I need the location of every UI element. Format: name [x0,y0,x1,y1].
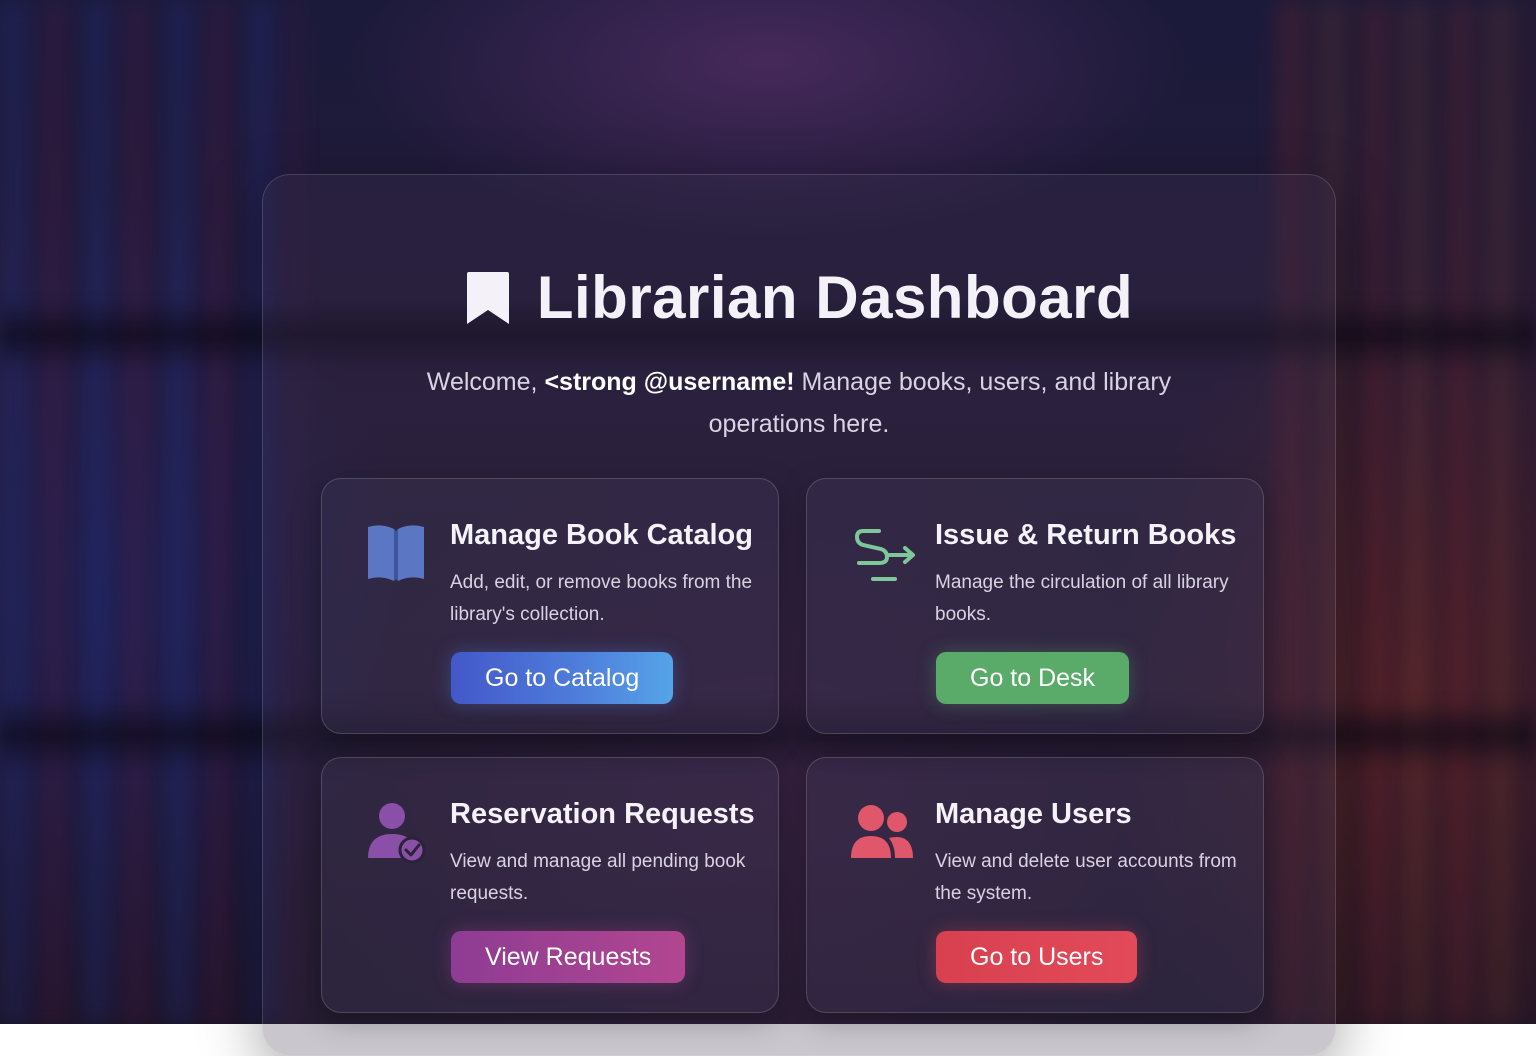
view-requests-button[interactable]: View Requests [451,931,686,983]
card-title: Reservation Requests [450,798,755,830]
go-to-users-button[interactable]: Go to Users [936,931,1138,983]
welcome-username: <strong @username! [544,368,795,396]
bookmark-icon [465,270,511,326]
page-title: Librarian Dashboard [536,264,1134,331]
welcome-prefix: Welcome, [426,368,538,396]
users-icon [849,800,913,864]
dashboard-panel: Librarian Dashboard Welcome, <strong @us… [262,174,1336,1056]
card-title: Issue & Return Books [935,519,1237,551]
card-title: Manage Users [935,798,1132,830]
card-reservation-requests: Reservation Requests View and manage all… [321,757,779,1013]
title-row: Librarian Dashboard [263,263,1335,332]
bookshelf-left-backdrop [0,0,300,1024]
card-title: Manage Book Catalog [450,519,753,551]
go-to-catalog-button[interactable]: Go to Catalog [451,652,674,704]
open-book-icon [364,521,428,585]
welcome-message: Welcome, <strong @username! Manage books… [413,361,1185,445]
go-to-desk-button[interactable]: Go to Desk [936,652,1130,704]
card-description: Add, edit, or remove books from the libr… [450,572,753,625]
card-description: View and manage all pending book request… [450,851,746,904]
user-check-icon [364,800,428,864]
card-description: View and delete user accounts from the s… [935,851,1237,904]
card-manage-users: Manage Users View and delete user accoun… [806,757,1264,1013]
card-description: Manage the circulation of all library bo… [935,572,1229,625]
card-issue-return-books: Issue & Return Books Manage the circulat… [806,478,1264,734]
card-manage-book-catalog: Manage Book Catalog Add, edit, or remove… [321,478,779,734]
circulation-arrows-icon [849,521,915,585]
